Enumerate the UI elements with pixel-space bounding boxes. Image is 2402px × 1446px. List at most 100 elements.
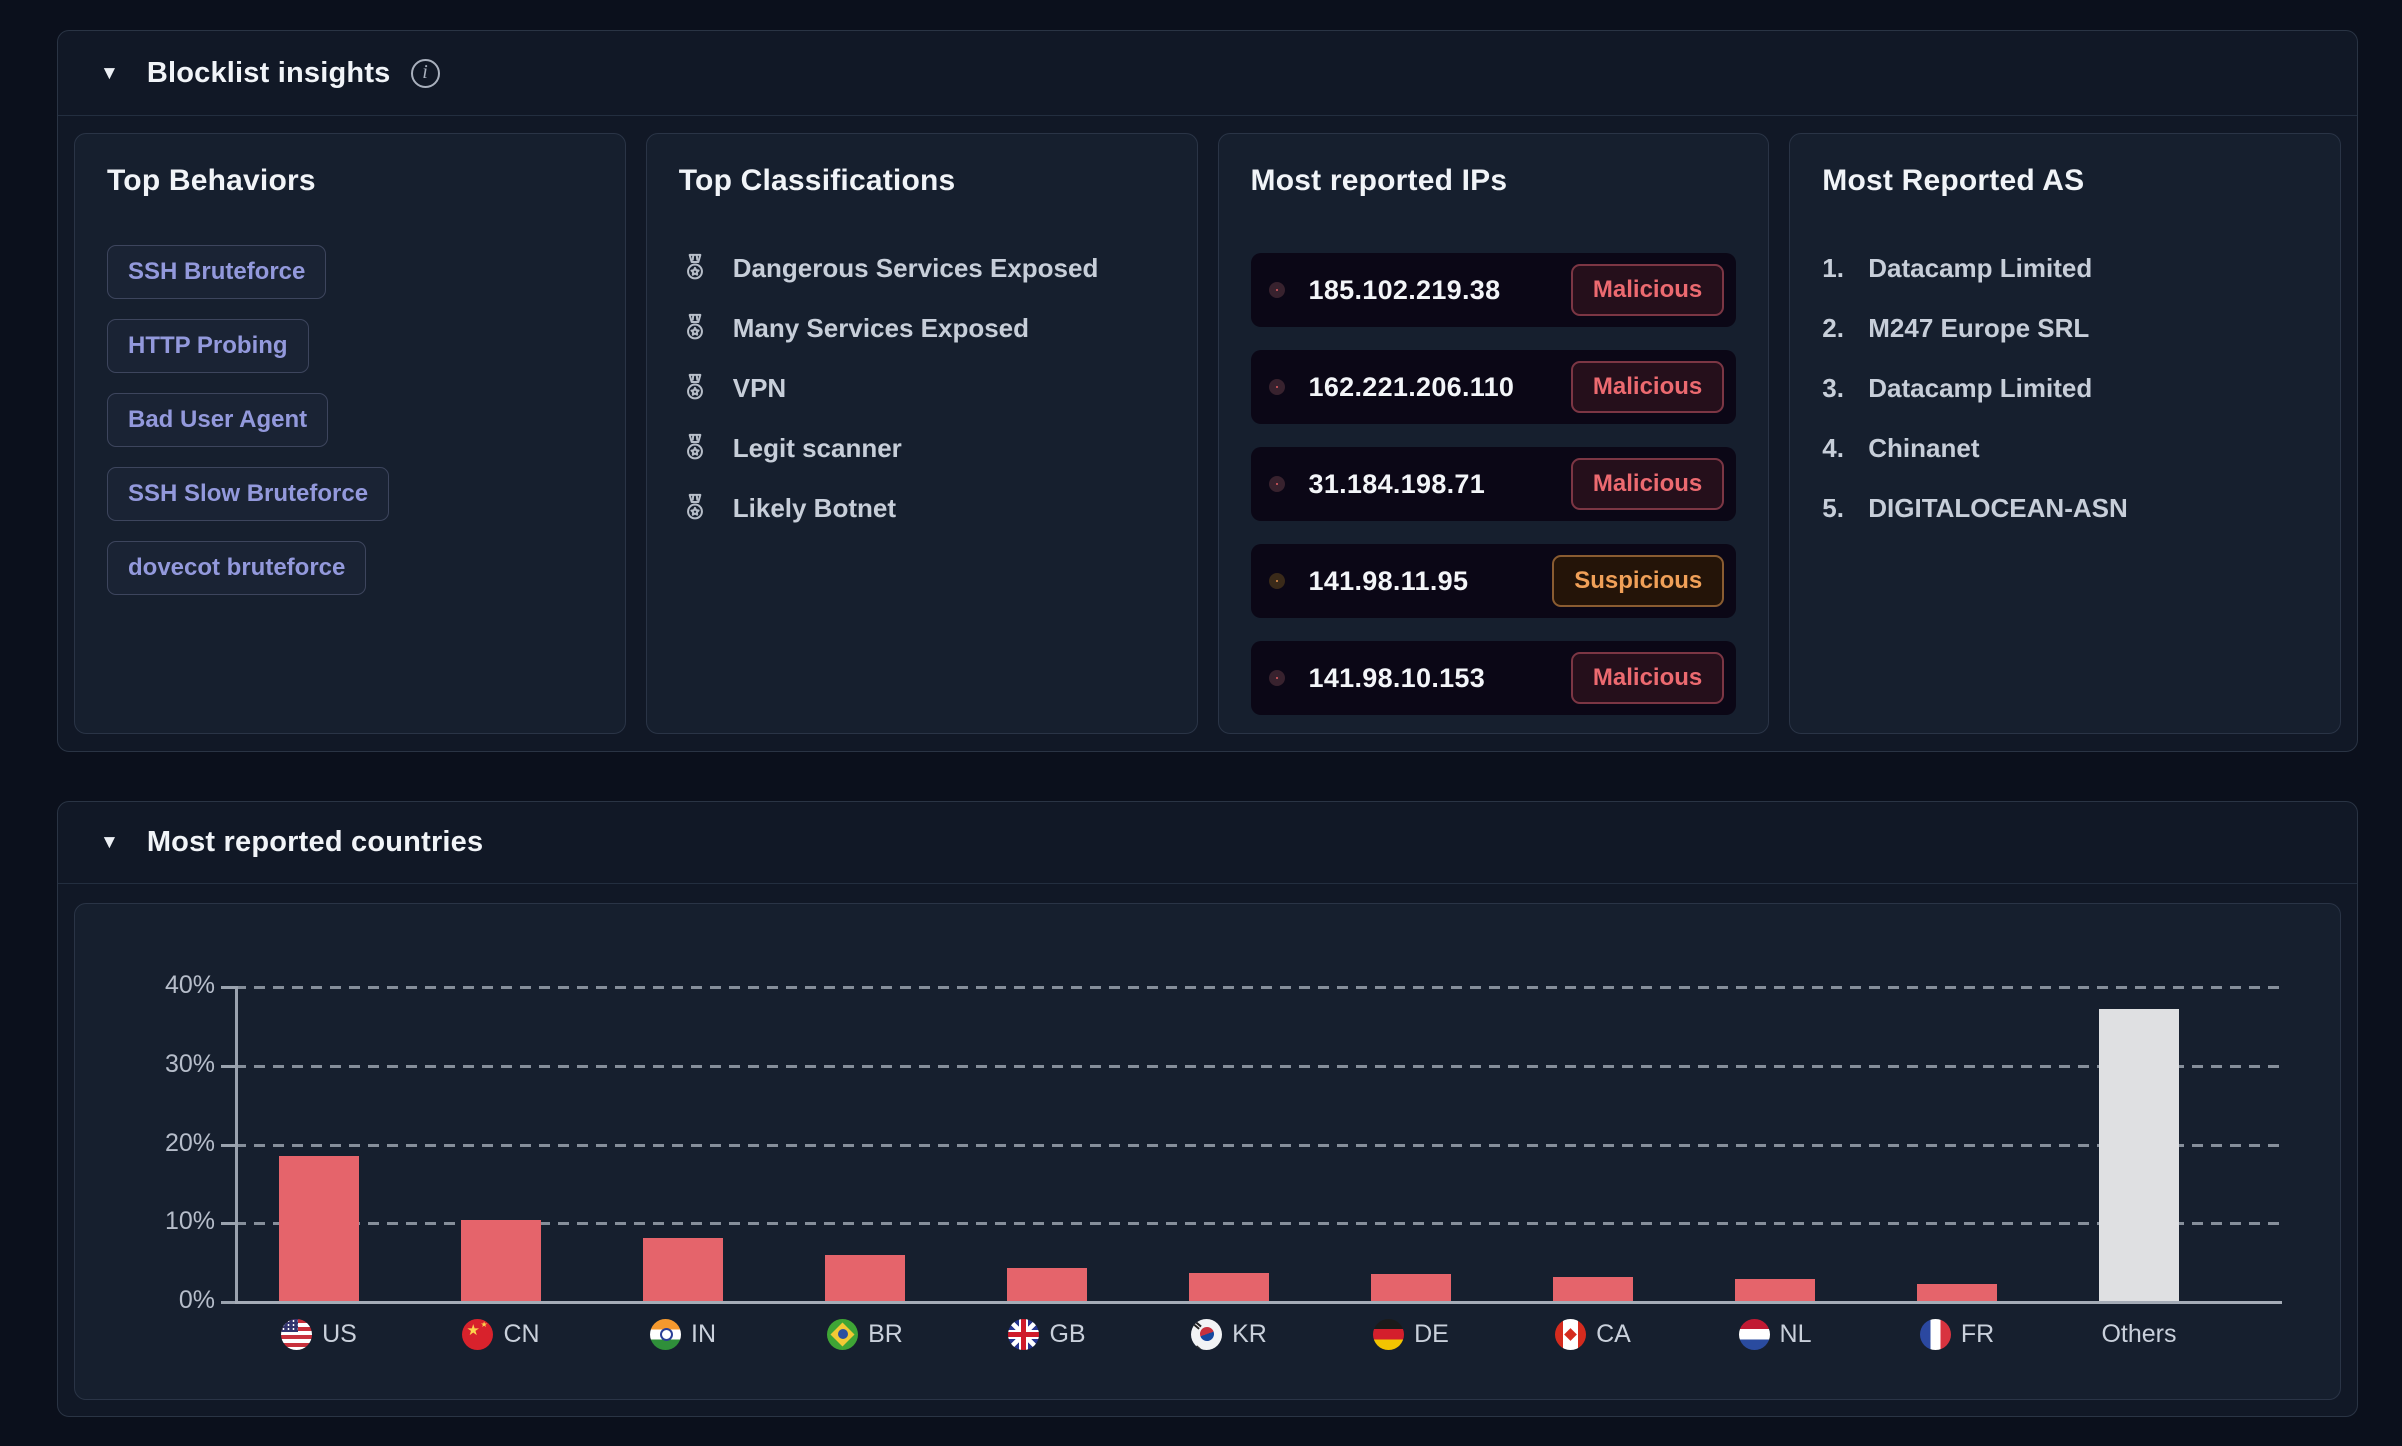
countries-panel-title: Most reported countries [147, 826, 484, 859]
classification-label: VPN [733, 373, 786, 404]
in-flag-icon [650, 1319, 681, 1350]
status-badge: Malicious [1571, 458, 1724, 510]
status-badge: Suspicious [1552, 555, 1724, 607]
behavior-tag[interactable]: Bad User Agent [107, 393, 328, 447]
malicious-dot-icon [1269, 670, 1285, 686]
y-tick-label: 10% [75, 1207, 215, 1236]
country-bar-others [2099, 1009, 2179, 1301]
collapse-caret-icon[interactable]: ▼ [100, 833, 119, 852]
most-reported-as-title: Most Reported AS [1822, 164, 2308, 198]
x-label-in: IN [588, 1318, 778, 1350]
reported-as-list: 1.Datacamp Limited2.M247 Europe SRL3.Dat… [1822, 248, 2308, 528]
y-tick [221, 986, 235, 989]
reported-as-item: 1.Datacamp Limited [1822, 248, 2308, 288]
x-label-text: IN [691, 1320, 716, 1349]
x-label-text: GB [1049, 1320, 1085, 1349]
y-tick [221, 1301, 235, 1304]
behavior-tag[interactable]: SSH Bruteforce [107, 245, 326, 299]
suspicious-dot-icon [1269, 573, 1285, 589]
ip-address: 185.102.219.38 [1309, 275, 1501, 306]
status-badge: Malicious [1571, 361, 1724, 413]
countries-panel-header[interactable]: ▼ Most reported countries [58, 802, 2357, 884]
reported-ip-row[interactable]: 162.221.206.110 Malicious [1251, 350, 1737, 424]
classification-item: Likely Botnet [679, 488, 1165, 528]
reported-ip-row[interactable]: 141.98.11.95 Suspicious [1251, 544, 1737, 618]
country-bar-cn [461, 1220, 541, 1301]
most-reported-ips-title: Most reported IPs [1251, 164, 1737, 198]
behavior-tag[interactable]: HTTP Probing [107, 319, 309, 373]
country-bar-kr [1189, 1273, 1269, 1301]
reported-ip-row[interactable]: 141.98.10.153 Malicious [1251, 641, 1737, 715]
x-label-us: US [224, 1318, 414, 1350]
behavior-tag[interactable]: SSH Slow Bruteforce [107, 467, 389, 521]
x-label-ca: CA [1498, 1318, 1688, 1350]
as-rank: 5. [1822, 493, 1852, 524]
blocklist-insights-title: Blocklist insights [147, 57, 391, 90]
cn-flag-icon [462, 1319, 493, 1350]
country-bar-ca [1553, 1277, 1633, 1301]
blocklist-dashboard: ▼ Blocklist insights i Top Behaviors SSH… [0, 0, 2402, 1446]
classification-label: Many Services Exposed [733, 313, 1029, 344]
x-label-de: DE [1316, 1318, 1506, 1350]
x-label-others: Others [2044, 1318, 2234, 1350]
y-tick-label: 40% [75, 971, 215, 1000]
as-rank: 3. [1822, 373, 1852, 404]
status-badge: Malicious [1571, 264, 1724, 316]
as-rank: 2. [1822, 313, 1852, 344]
status-badge: Malicious [1571, 652, 1724, 704]
country-bar-us [279, 1156, 359, 1301]
x-label-text: FR [1961, 1320, 1994, 1349]
gridline [235, 1144, 2282, 1147]
medal-icon [679, 252, 711, 284]
y-tick-label: 0% [75, 1286, 215, 1315]
info-icon[interactable]: i [411, 59, 440, 88]
country-bar-nl [1735, 1279, 1815, 1301]
country-bar-br [825, 1255, 905, 1301]
reported-ip-row[interactable]: 31.184.198.71 Malicious [1251, 447, 1737, 521]
as-name: DIGITALOCEAN-ASN [1868, 493, 2128, 524]
as-rank: 1. [1822, 253, 1852, 284]
ip-address: 162.221.206.110 [1309, 372, 1515, 403]
gridline [235, 1065, 2282, 1068]
x-label-text: CN [503, 1320, 539, 1349]
reported-as-item: 5. DIGITALOCEAN-ASN [1822, 488, 2308, 528]
ip-address: 31.184.198.71 [1309, 469, 1486, 500]
as-name: Chinanet [1868, 433, 1979, 464]
malicious-dot-icon [1269, 379, 1285, 395]
collapse-caret-icon[interactable]: ▼ [100, 64, 119, 83]
classification-label: Likely Botnet [733, 493, 896, 524]
behavior-tag[interactable]: dovecot bruteforce [107, 541, 366, 595]
reported-as-item: 4.Chinanet [1822, 428, 2308, 468]
x-label-text: BR [868, 1320, 903, 1349]
medal-icon [679, 372, 711, 404]
x-label-text: DE [1414, 1320, 1449, 1349]
insight-cards-row: Top Behaviors SSH Bruteforce HTTP Probing… [74, 133, 2341, 734]
medal-icon [679, 492, 711, 524]
x-label-kr: KR [1134, 1318, 1324, 1350]
blocklist-insights-header[interactable]: ▼ Blocklist insights i [58, 31, 2357, 116]
malicious-dot-icon [1269, 476, 1285, 492]
x-label-fr: FR [1862, 1318, 2052, 1350]
ip-address: 141.98.10.153 [1309, 663, 1486, 694]
x-label-text: US [322, 1320, 357, 1349]
top-behaviors-title: Top Behaviors [107, 164, 593, 198]
x-axis-line [222, 1301, 2282, 1304]
most-reported-countries-panel: ▼ Most reported countries 0%10%20%30%40%… [57, 801, 2358, 1417]
ip-address: 141.98.11.95 [1309, 566, 1469, 597]
x-label-text: Others [2101, 1320, 2176, 1349]
medal-icon [679, 432, 711, 464]
br-flag-icon [827, 1319, 858, 1350]
reported-as-item: 3.Datacamp Limited [1822, 368, 2308, 408]
classifications-list: Dangerous Services Exposed Many Services … [679, 248, 1165, 528]
y-tick [221, 1222, 235, 1225]
reported-ips-list: 185.102.219.38 Malicious 162.221.206.110 Ma… [1251, 253, 1737, 715]
most-reported-ips-card: Most reported IPs 185.102.219.38 Maliciou… [1218, 133, 1770, 734]
blocklist-insights-panel: ▼ Blocklist insights i Top Behaviors SSH… [57, 30, 2358, 752]
malicious-dot-icon [1269, 282, 1285, 298]
x-label-br: BR [770, 1318, 960, 1350]
top-classifications-title: Top Classifications [679, 164, 1165, 198]
classification-label: Dangerous Services Exposed [733, 253, 1099, 284]
x-label-gb: GB [952, 1318, 1142, 1350]
nl-flag-icon [1739, 1319, 1770, 1350]
reported-ip-row[interactable]: 185.102.219.38 Malicious [1251, 253, 1737, 327]
